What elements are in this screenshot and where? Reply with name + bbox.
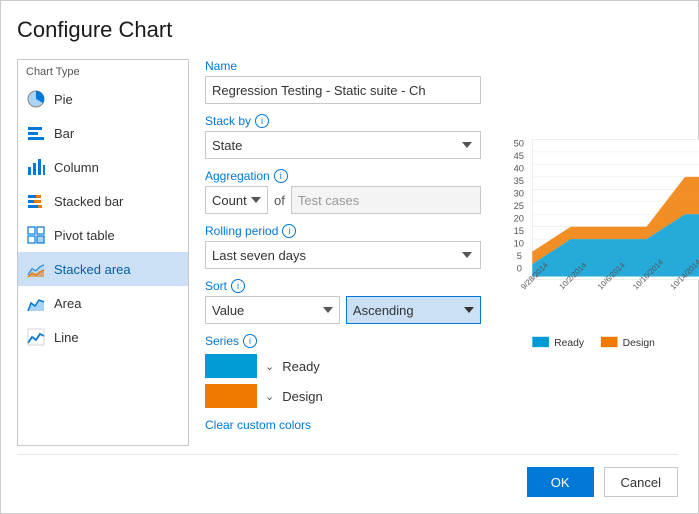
sort-info-icon[interactable]: i	[231, 279, 245, 293]
aggregation-select[interactable]: Count	[205, 186, 268, 214]
bar-icon	[26, 123, 46, 143]
chart-type-line[interactable]: Line	[18, 320, 188, 354]
line-icon	[26, 327, 46, 347]
rolling-period-select[interactable]: Last seven days	[205, 241, 481, 269]
sort-dir-select[interactable]: Ascending	[346, 296, 481, 324]
series-item-design: ⌄ Design	[205, 384, 481, 408]
sort-label: Sort i	[205, 279, 481, 293]
chart-type-bar-label: Bar	[54, 126, 74, 141]
svg-text:5: 5	[517, 251, 522, 261]
svg-text:10: 10	[513, 238, 523, 248]
chart-type-pivot-label: Pivot table	[54, 228, 115, 243]
legend-ready-label: Ready	[554, 338, 585, 349]
chart-type-pie[interactable]: Pie	[18, 82, 188, 116]
chart-type-stacked-bar-label: Stacked bar	[54, 194, 123, 209]
name-field-group: Name	[205, 59, 481, 104]
chart-type-list: Pie Bar	[18, 82, 188, 354]
series-section: Series i ⌄ Ready ⌄ Design Clear custom c…	[205, 334, 481, 432]
aggregation-field-group: Aggregation i Count of	[205, 169, 481, 214]
ok-button[interactable]: OK	[527, 467, 594, 497]
pivot-icon	[26, 225, 46, 245]
series-name-ready: Ready	[282, 359, 320, 374]
aggregation-text-input	[291, 186, 481, 214]
svg-text:35: 35	[513, 176, 523, 186]
chart-svg: 50 45 40 35 30 25 20 15 10 5 0	[497, 59, 699, 438]
sort-value-select[interactable]: Value	[205, 296, 340, 324]
aggregation-info-icon[interactable]: i	[274, 169, 288, 183]
svg-text:40: 40	[513, 164, 523, 174]
chart-type-area-label: Area	[54, 296, 81, 311]
chart-type-stacked-area[interactable]: Stacked area	[18, 252, 188, 286]
chart-type-pie-label: Pie	[54, 92, 73, 107]
aggregation-label: Aggregation i	[205, 169, 481, 183]
svg-text:50: 50	[513, 139, 523, 149]
rolling-period-info-icon[interactable]: i	[282, 224, 296, 238]
stacked-area-icon	[26, 259, 46, 279]
series-name-design: Design	[282, 389, 322, 404]
svg-text:0: 0	[517, 263, 522, 273]
series-color-ready[interactable]	[205, 354, 257, 378]
chart-type-line-label: Line	[54, 330, 79, 345]
configure-chart-dialog: Configure Chart Chart Type Pie	[0, 0, 699, 514]
chart-area: 50 45 40 35 30 25 20 15 10 5 0	[497, 59, 699, 446]
legend-design-label: Design	[622, 338, 655, 349]
aggregation-row: Count of	[205, 186, 481, 214]
series-chevron-ready[interactable]: ⌄	[265, 360, 274, 373]
chart-type-column[interactable]: Column	[18, 150, 188, 184]
chart-type-column-label: Column	[54, 160, 99, 175]
series-color-design[interactable]	[205, 384, 257, 408]
stack-by-info-icon[interactable]: i	[255, 114, 269, 128]
stack-by-field-group: Stack by i State	[205, 114, 481, 159]
name-label: Name	[205, 59, 481, 73]
sort-field-group: Sort i Value Ascending	[205, 279, 481, 324]
svg-text:15: 15	[513, 226, 523, 236]
rolling-period-field-group: Rolling period i Last seven days	[205, 224, 481, 269]
svg-text:45: 45	[513, 151, 523, 161]
chart-preview-panel: 50 45 40 35 30 25 20 15 10 5 0	[497, 59, 699, 446]
legend-ready-color	[532, 337, 549, 347]
name-input[interactable]	[205, 76, 481, 104]
chart-type-bar[interactable]: Bar	[18, 116, 188, 150]
svg-text:30: 30	[513, 189, 523, 199]
series-item-ready: ⌄ Ready	[205, 354, 481, 378]
dialog-footer: OK Cancel	[17, 454, 678, 497]
stack-by-select[interactable]: State	[205, 131, 481, 159]
aggregation-of-text: of	[274, 193, 285, 208]
chart-type-area[interactable]: Area	[18, 286, 188, 320]
area-icon	[26, 293, 46, 313]
config-panel: Name Stack by i State Aggregation i	[189, 59, 497, 446]
series-chevron-design[interactable]: ⌄	[265, 390, 274, 403]
series-info-icon[interactable]: i	[243, 334, 257, 348]
svg-text:20: 20	[513, 214, 523, 224]
chart-type-pivot-table[interactable]: Pivot table	[18, 218, 188, 252]
pie-icon	[26, 89, 46, 109]
chart-type-label: Chart Type	[18, 60, 188, 82]
clear-custom-colors-link[interactable]: Clear custom colors	[205, 418, 481, 432]
svg-text:25: 25	[513, 201, 523, 211]
legend-design-color	[601, 337, 618, 347]
series-label: Series i	[205, 334, 481, 348]
chart-type-panel: Chart Type Pie Bar	[17, 59, 189, 446]
dialog-body: Chart Type Pie Bar	[17, 59, 678, 446]
chart-type-stacked-bar[interactable]: Stacked bar	[18, 184, 188, 218]
column-icon	[26, 157, 46, 177]
cancel-button[interactable]: Cancel	[604, 467, 678, 497]
rolling-period-label: Rolling period i	[205, 224, 481, 238]
sort-row: Value Ascending	[205, 296, 481, 324]
stack-by-label: Stack by i	[205, 114, 481, 128]
dialog-title: Configure Chart	[17, 17, 678, 43]
chart-type-stacked-area-label: Stacked area	[54, 262, 131, 277]
stacked-bar-icon	[26, 191, 46, 211]
